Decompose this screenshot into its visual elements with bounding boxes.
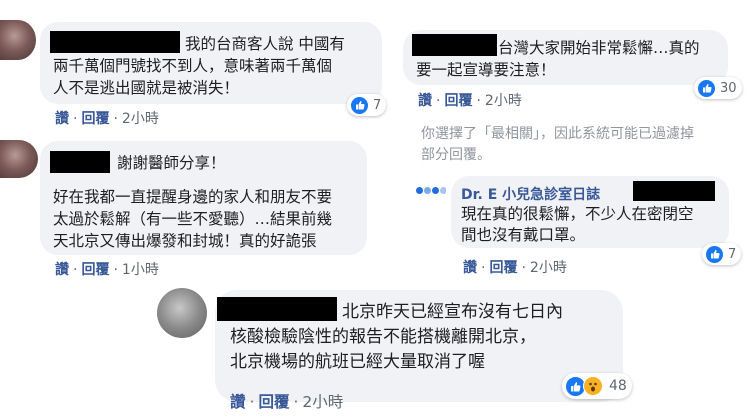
comment-actions: 讚 · 回覆 · 2小時: [418, 93, 522, 109]
comment-text-line: 謝謝醫師分享！: [117, 154, 226, 172]
comment-text-line: 要一起宣導要注意！: [416, 61, 556, 79]
redacted-name: [412, 34, 497, 56]
reaction-count[interactable]: 7: [702, 243, 742, 265]
commenter-avatar[interactable]: [0, 140, 38, 178]
comment-text-line: 間也沒有戴口罩。: [461, 226, 586, 244]
comment-text-line: 現在真的很鬆懈，不少人在密閉空: [461, 205, 694, 223]
filter-notice: 你選擇了「最相關」，因此系統可能已過濾掉: [421, 126, 694, 142]
wow-reaction-icon: [583, 376, 603, 396]
reaction-number: 48: [609, 378, 627, 394]
comment-text-line: 台灣大家開始非常鬆懈…真的: [498, 39, 700, 57]
like-link[interactable]: 讚: [230, 393, 246, 411]
comment-text-line: 天北京又傳出爆發和封城！真的好詭張: [53, 232, 317, 250]
page-avatar[interactable]: [416, 181, 446, 201]
timestamp[interactable]: 2小時: [530, 260, 567, 276]
filter-notice: 部分回覆。: [421, 147, 491, 163]
like-reaction-icon: [705, 244, 724, 264]
reply-link[interactable]: 回覆: [444, 93, 472, 109]
like-link[interactable]: 讚: [55, 111, 69, 127]
comment-text-line: 兩千萬個門號找不到人，意味著兩千萬個: [53, 57, 333, 75]
redacted-name: [217, 297, 337, 321]
like-reaction-icon: [350, 95, 369, 115]
like-link[interactable]: 讚: [55, 262, 69, 278]
reaction-count[interactable]: 48: [562, 373, 632, 399]
reaction-number: 7: [373, 97, 382, 113]
reaction-count[interactable]: 7: [347, 94, 387, 116]
timestamp[interactable]: 2小時: [302, 393, 343, 411]
comment-actions: 讚 · 回覆 · 2小時: [55, 111, 159, 127]
reaction-number: 30: [720, 80, 737, 96]
timestamp[interactable]: 1小時: [122, 262, 159, 278]
timestamp[interactable]: 2小時: [122, 111, 159, 127]
timestamp[interactable]: 2小時: [485, 93, 522, 109]
reaction-count[interactable]: 30: [694, 77, 742, 99]
comment-actions: 讚 · 回覆 · 2小時: [230, 393, 344, 411]
reaction-number: 7: [728, 246, 737, 262]
comment-text-line: 太過於鬆解（有一些不愛聽）…結果前幾: [53, 210, 333, 228]
redacted-name: [633, 181, 715, 201]
reply-link[interactable]: 回覆: [258, 393, 289, 411]
redacted-name: [50, 151, 110, 173]
reply-link[interactable]: 回覆: [81, 262, 109, 278]
redacted-name: [50, 31, 180, 53]
comment-text-line: 好在我都一直提醒身邊的家人和朋友不要: [53, 188, 333, 206]
reply-link[interactable]: 回覆: [489, 260, 517, 276]
commenter-avatar[interactable]: [0, 20, 36, 60]
comment-actions: 讚 · 回覆 · 1小時: [55, 262, 159, 278]
commenter-avatar[interactable]: [157, 288, 207, 338]
comment-author-link[interactable]: Dr. E 小兒急診室日誌: [461, 184, 600, 204]
comment-text-line: 我的台商客人說 中國有: [185, 35, 345, 53]
like-reaction-icon: [697, 78, 716, 98]
like-link[interactable]: 讚: [418, 93, 432, 109]
like-link[interactable]: 讚: [463, 260, 477, 276]
comment-text-line: 人不是逃出國就是被消失！: [53, 79, 240, 97]
reply-link[interactable]: 回覆: [81, 111, 109, 127]
comment-text-line: 核酸檢驗陰性的報告不能搭機離開北京，: [230, 327, 536, 347]
comment-actions: 讚 · 回覆 · 2小時: [463, 260, 567, 276]
comment-text-line: 北京機場的航班已經大量取消了喔: [230, 352, 485, 372]
comment-text-line: 北京昨天已經宣布沒有七日內: [342, 302, 563, 322]
